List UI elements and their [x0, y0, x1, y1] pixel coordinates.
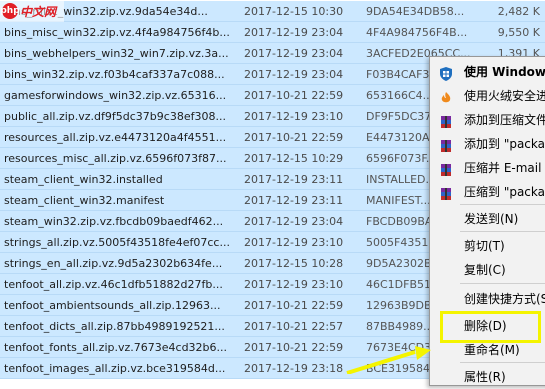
menu-item-add-to-package[interactable]: 添加到 "packa: [430, 132, 545, 156]
file-name: steam_win32.zip.vz.fbcdb09baedf462...: [4, 215, 224, 228]
winrar-archive-icon: [439, 185, 453, 200]
file-name: resources_all.zip.vz.e4473120a4f4551...: [4, 131, 227, 144]
file-date: 2017-12-19 23:11: [244, 173, 344, 186]
menu-item-add-to-archive[interactable]: 添加到压缩文件: [430, 108, 545, 132]
menu-item-label: 属性(R): [464, 370, 506, 384]
file-date: 2017-12-19 23:18: [244, 362, 344, 375]
file-row[interactable]: bins_misc_win32.zip.vz.4f4a984756f4b... 2…: [0, 22, 545, 43]
file-date: 2017-10-21 22:57: [244, 320, 344, 333]
menu-item-compress-to-package[interactable]: 压缩到 "packa: [430, 180, 545, 204]
menu-item-compress-email[interactable]: 压缩并 E-mail: [430, 156, 545, 180]
file-name: tenfoot_fonts_all.zip.vz.7673e4cd32b6...: [4, 341, 228, 354]
windows-defender-shield-icon: [439, 65, 453, 81]
php-logo-icon: php: [0, 3, 20, 19]
file-name: bins_webhelpers_win32_win7.zip.vz.3a...: [4, 47, 229, 60]
file-row[interactable]: bins_misc_win32.zip.vz.9da54e34d... 2017-…: [0, 1, 545, 22]
menu-item-copy[interactable]: 复制(C): [430, 258, 545, 282]
watermark-text: 中文网: [20, 4, 57, 19]
winrar-archive-icon: [439, 161, 453, 176]
menu-item-label: 添加到压缩文件: [464, 113, 545, 127]
menu-item-label: 使用 Windows: [464, 65, 545, 79]
menu-item-label: 发送到(N): [464, 212, 519, 226]
delete-highlight-box: [440, 311, 541, 343]
file-name: steam_client_win32.manifest: [4, 194, 165, 207]
file-date: 2017-12-19 23:11: [244, 194, 344, 207]
file-name: bins_win32.zip.vz.f03b4caf337a7c088...: [4, 68, 225, 81]
winrar-archive-icon: [439, 137, 453, 152]
menu-item-create-shortcut[interactable]: 创建快捷方式(S: [430, 287, 545, 311]
file-date: 2017-12-19 23:04: [244, 47, 344, 60]
file-name: strings_en_all.zip.vz.9d5a2302b634fe...: [4, 257, 223, 270]
menu-separator: [460, 362, 545, 363]
file-date: 2017-12-19 23:10: [244, 110, 344, 123]
file-name: gamesforwindows_win32.zip.vz.65316...: [4, 89, 227, 102]
file-name: public_all.zip.vz.df9f5dc37b9c38ef308...: [4, 110, 226, 123]
file-name: strings_all.zip.vz.5005f43518fe4ef07cc..…: [4, 236, 230, 249]
menu-item-cut[interactable]: 剪切(T): [430, 234, 545, 258]
file-name: tenfoot_dicts_all.zip.87bb4989192521...: [4, 320, 225, 333]
file-date: 2017-10-21 22:59: [244, 131, 344, 144]
menu-item-scan-huorong[interactable]: 使用火绒安全进: [430, 84, 545, 108]
file-date: 2017-12-19 23:10: [244, 236, 344, 249]
file-name: bins_misc_win32.zip.vz.4f4a984756f4b...: [4, 26, 230, 39]
file-name: tenfoot_ambientsounds_all.zip.12963...: [4, 299, 221, 312]
pointer-arrow-icon: [346, 346, 431, 374]
menu-item-send-to[interactable]: 发送到(N): [430, 207, 545, 231]
file-size: 2,482 K: [497, 5, 540, 18]
file-date: 2017-12-19 23:04: [244, 26, 344, 39]
file-date: 2017-12-15 10:29: [244, 152, 344, 165]
file-size: 9,550 K: [497, 26, 540, 39]
file-name: resources_misc_all.zip.vz.6596f073f87...: [4, 152, 227, 165]
menu-separator: [460, 204, 545, 205]
watermark: php 中文网: [0, 0, 64, 22]
menu-item-scan-windows-defender[interactable]: 使用 Windows: [430, 60, 545, 84]
file-type: 9DA54E34DB58...: [366, 5, 465, 18]
menu-separator: [460, 231, 545, 232]
huorong-security-icon: [439, 89, 453, 103]
file-name: tenfoot_images_all.zip.vz.bce319584d...: [4, 362, 226, 375]
file-date: 2017-10-21 22:59: [244, 89, 344, 102]
menu-separator: [460, 283, 545, 284]
menu-item-label: 创建快捷方式(S: [464, 292, 545, 306]
menu-item-label: 压缩并 E-mail: [464, 161, 542, 175]
file-date: 2017-12-19 23:10: [244, 278, 344, 291]
winrar-archive-icon: [439, 113, 453, 128]
menu-item-label: 压缩到 "packa: [464, 185, 545, 199]
menu-item-label: 剪切(T): [464, 239, 505, 253]
menu-item-properties[interactable]: 属性(R): [430, 365, 545, 389]
file-name: steam_client_win32.installed: [4, 173, 163, 186]
file-date: 2017-10-21 22:59: [244, 299, 344, 312]
file-date: 2017-12-15 10:30: [244, 5, 344, 18]
file-date: 2017-12-15 10:28: [244, 257, 344, 270]
menu-item-label: 添加到 "packa: [464, 137, 545, 151]
file-date: 2017-12-19 23:04: [244, 215, 344, 228]
file-date: 2017-10-21 22:59: [244, 341, 344, 354]
menu-item-label: 复制(C): [464, 263, 506, 277]
menu-item-label: 使用火绒安全进: [464, 89, 545, 103]
file-date: 2017-12-19 23:04: [244, 68, 344, 81]
file-name: tenfoot_all.zip.vz.46c1dfb51882d27fb...: [4, 278, 223, 291]
file-type: 4F4A984756F4B...: [366, 26, 468, 39]
